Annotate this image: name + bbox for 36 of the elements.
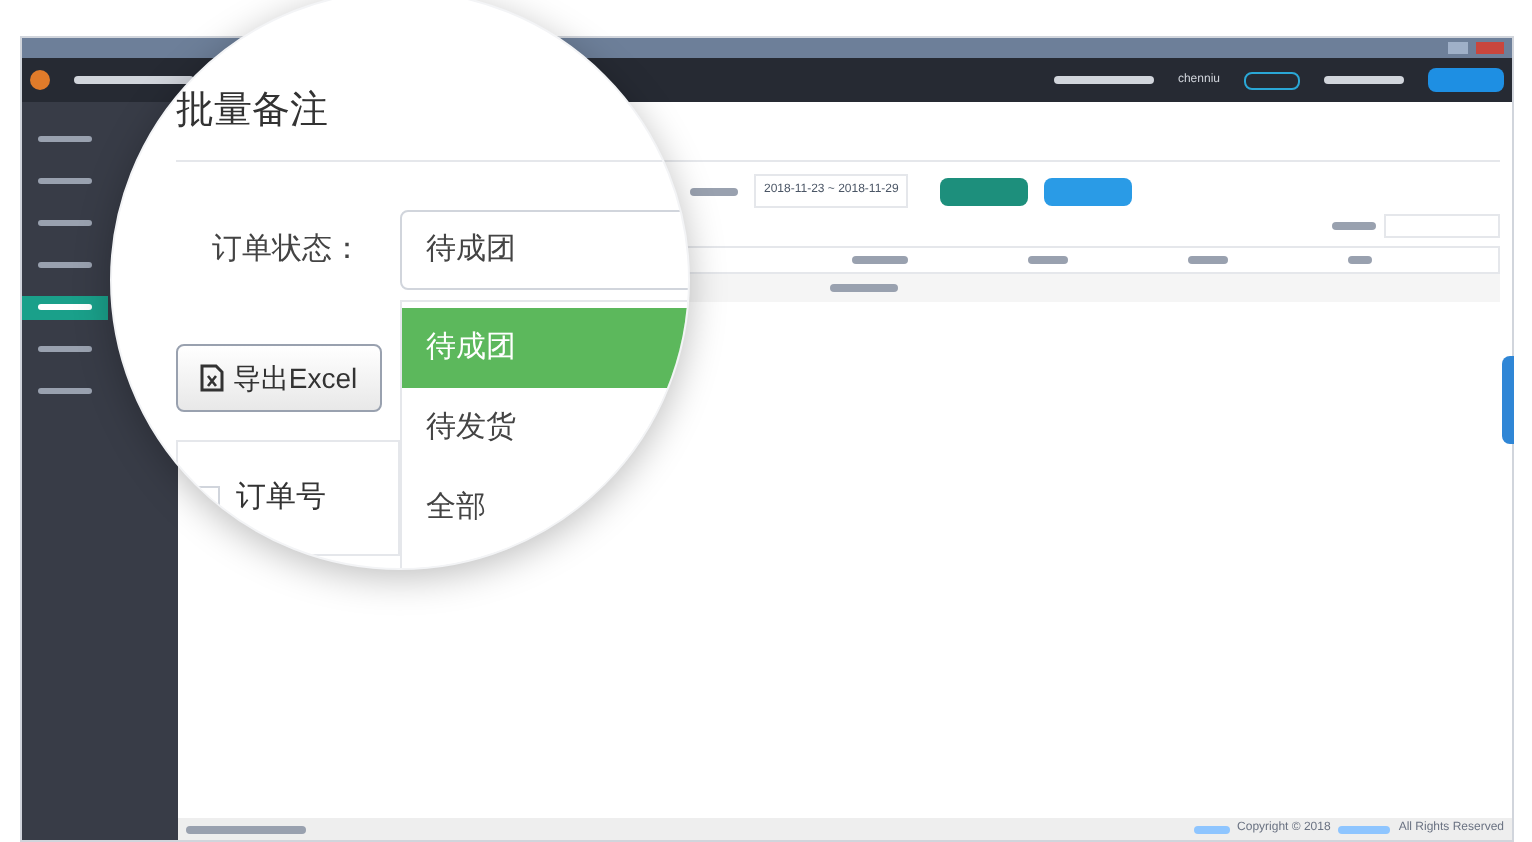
recharge-button[interactable] <box>1428 68 1504 92</box>
blurred-label <box>1188 256 1228 264</box>
blurred-label <box>1028 256 1068 264</box>
vip-badge <box>1244 71 1300 89</box>
blurred-label <box>830 284 898 292</box>
blurred-label <box>1193 825 1230 833</box>
blurred-label <box>38 136 92 142</box>
order-number-header: 订单号 <box>236 477 326 518</box>
sidebar-item[interactable] <box>22 295 108 319</box>
blurred-label <box>1332 222 1376 230</box>
blurred-label <box>690 187 738 195</box>
blurred-label <box>38 220 92 226</box>
blurred-label <box>38 346 92 352</box>
order-status-select[interactable]: 待成团 <box>400 210 688 290</box>
blurred-label <box>74 76 194 84</box>
blurred-label <box>1338 825 1391 833</box>
dropdown-option[interactable]: 全部 <box>402 468 688 548</box>
export-excel-button[interactable]: 导出Excel <box>176 344 382 412</box>
order-status-label: 订单状态： <box>212 229 362 270</box>
floating-tab[interactable] <box>1502 356 1514 444</box>
add-remark-button[interactable] <box>1044 177 1133 205</box>
blurred-label <box>38 388 92 394</box>
sync-orders-button[interactable] <box>940 177 1029 205</box>
blurred-label <box>852 256 908 264</box>
dropdown-option[interactable]: 待发货 <box>402 388 688 468</box>
blurred-label <box>38 178 92 184</box>
blurred-label <box>38 262 92 268</box>
blurred-label <box>38 304 92 310</box>
blurred-label <box>1324 76 1404 84</box>
search-field[interactable] <box>1384 214 1500 238</box>
file-icon <box>200 364 225 392</box>
blurred-label <box>186 825 306 833</box>
blurred-label <box>1053 76 1154 84</box>
logo-icon <box>30 70 50 90</box>
blurred-label <box>1348 256 1372 264</box>
page-title: 批量备注 <box>176 88 328 136</box>
